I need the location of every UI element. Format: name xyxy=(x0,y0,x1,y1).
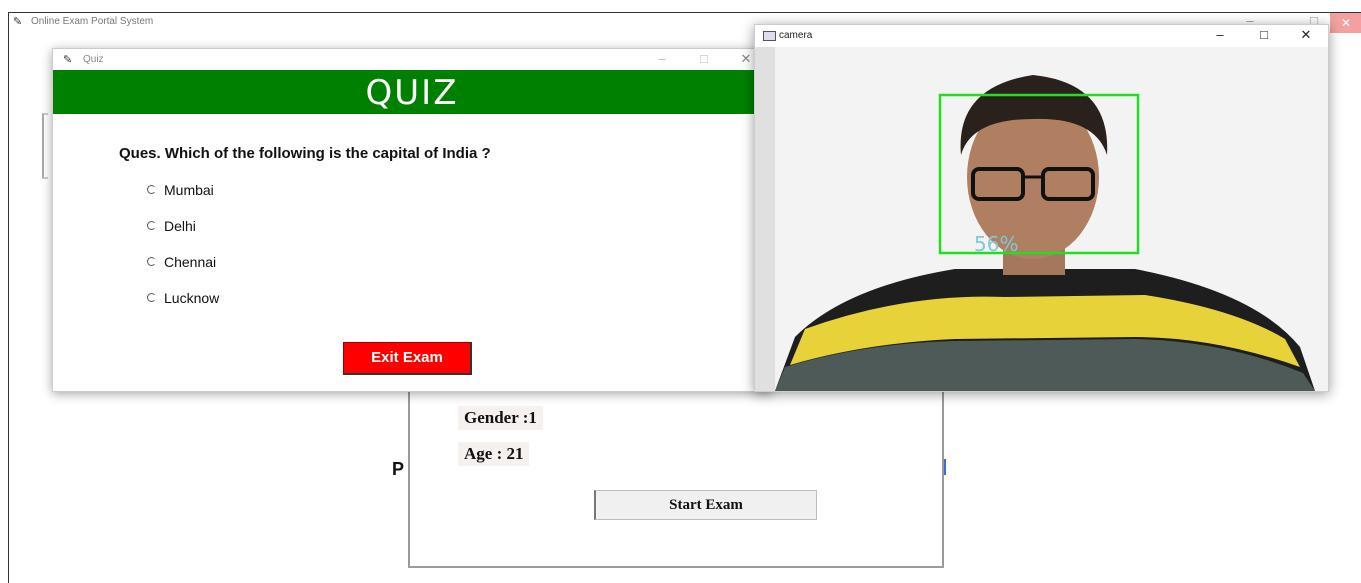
partial-text: P xyxy=(392,459,405,479)
camera-app-icon xyxy=(763,31,776,41)
background-frame xyxy=(42,113,48,179)
radio-button[interactable] xyxy=(147,293,156,302)
option-label: Chennai xyxy=(164,254,217,270)
quiz-titlebar: ✎ Quiz – □ ✕ xyxy=(53,49,771,71)
main-window-title: Online Exam Portal System xyxy=(31,16,154,27)
minimize-icon[interactable]: – xyxy=(649,51,675,66)
camera-titlebar: camera – □ ✕ xyxy=(755,25,1328,47)
gender-label: Gender :1 xyxy=(458,406,543,430)
background-divider xyxy=(944,459,946,475)
option-lucknow[interactable]: Lucknow xyxy=(147,290,219,306)
confidence-label: 56% xyxy=(974,232,1018,256)
close-icon[interactable]: ✕ xyxy=(1293,27,1319,43)
close-icon[interactable]: ✕ xyxy=(1330,13,1361,33)
option-mumbai[interactable]: Mumbai xyxy=(147,182,214,198)
radio-button[interactable] xyxy=(147,221,156,230)
radio-button[interactable] xyxy=(147,257,156,266)
start-exam-button[interactable]: Start Exam xyxy=(594,490,817,520)
maximize-icon[interactable]: □ xyxy=(1251,27,1277,42)
wall-shadow xyxy=(755,47,775,391)
minimize-icon[interactable]: – xyxy=(1207,27,1233,42)
feather-icon: ✎ xyxy=(13,16,23,28)
option-delhi[interactable]: Delhi xyxy=(147,218,196,234)
age-label: Age : 21 xyxy=(458,442,530,466)
quiz-heading: QUIZ xyxy=(365,73,459,113)
radio-button[interactable] xyxy=(147,185,156,194)
option-label: Delhi xyxy=(164,218,196,234)
exit-exam-button[interactable]: Exit Exam xyxy=(343,342,472,375)
option-label: Lucknow xyxy=(164,290,220,306)
feather-icon: ✎ xyxy=(63,54,73,66)
camera-window: camera – □ ✕ 56% xyxy=(754,24,1329,392)
camera-window-title: camera xyxy=(779,30,813,41)
quiz-window: ✎ Quiz – □ ✕ QUIZ Ques. Which of the fol… xyxy=(52,48,772,392)
question-text: Ques. Which of the following is the capi… xyxy=(119,145,491,162)
option-chennai[interactable]: Chennai xyxy=(147,254,216,270)
maximize-icon[interactable]: □ xyxy=(691,51,717,66)
option-label: Mumbai xyxy=(164,182,214,198)
camera-feed: 56% xyxy=(755,47,1328,391)
quiz-header: QUIZ xyxy=(53,70,771,114)
profile-window: Gender :1 Age : 21 Start Exam xyxy=(408,380,944,568)
quiz-window-title: Quiz xyxy=(83,54,104,65)
